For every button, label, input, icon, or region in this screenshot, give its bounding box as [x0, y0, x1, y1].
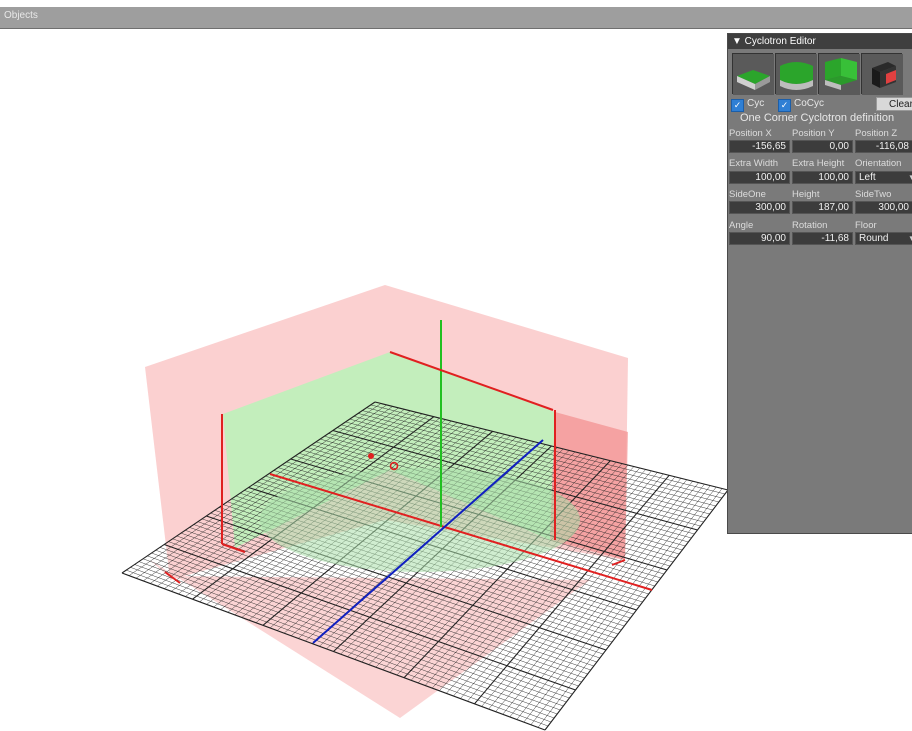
position-x-label: Position X: [729, 128, 772, 139]
floor-label: Floor: [855, 220, 877, 231]
definition-title: One Corner Cyclotron definition: [740, 112, 895, 124]
orientation-select[interactable]: Left ▾: [855, 171, 912, 184]
side-one-label: SideOne: [729, 189, 766, 200]
flat-cyc-icon: [733, 54, 774, 95]
floor-select[interactable]: Round ▾: [855, 232, 912, 245]
cocyc-check-icon: ✓: [778, 99, 791, 112]
floor-value: Round: [859, 233, 889, 244]
preset-round-thumb[interactable]: [775, 53, 817, 95]
clear-button[interactable]: Clear: [876, 97, 912, 111]
orientation-value: Left: [859, 172, 876, 183]
side-two-input[interactable]: 300,00: [855, 201, 912, 214]
floor-edge-right: [611, 559, 626, 566]
preset-dark-thumb[interactable]: [861, 53, 903, 95]
position-y-input[interactable]: 0,00: [792, 140, 853, 153]
round-cyc-icon: [776, 54, 817, 95]
preset-flat-thumb[interactable]: [732, 53, 774, 95]
position-z-input[interactable]: -116,08: [855, 140, 912, 153]
cyc-check-icon: ✓: [731, 99, 744, 112]
orientation-label: Orientation: [855, 158, 902, 169]
panel-header[interactable]: ▼ Cyclotron Editor: [728, 34, 912, 49]
extra-width-input[interactable]: 100,00: [729, 171, 790, 184]
dark-cyc-icon: [862, 54, 903, 95]
extra-height-label: Extra Height: [792, 158, 845, 169]
side-one-input[interactable]: 300,00: [729, 201, 790, 214]
rotation-input[interactable]: -11,68: [792, 232, 853, 245]
height-label: Height: [792, 189, 820, 200]
cyc-checkbox[interactable]: ✓ Cyc: [731, 97, 765, 112]
cyc-label: Cyc: [747, 98, 765, 109]
corner-cyc-icon: [819, 54, 860, 95]
rotation-label: Rotation: [792, 220, 828, 231]
position-y-label: Position Y: [792, 128, 835, 139]
cyclotron-editor-panel: ▼ Cyclotron Editor ✓ Cyc ✓ CoCyc Clear O…: [727, 33, 912, 534]
control-point[interactable]: [368, 453, 374, 459]
options-row: ✓ Cyc ✓ CoCyc Clear: [731, 96, 912, 112]
title-bar: Objects: [0, 0, 912, 29]
title-band: [0, 7, 912, 29]
side-two-label: SideTwo: [855, 189, 892, 200]
cocyc-label: CoCyc: [794, 98, 825, 109]
outer-floor-shadow: [150, 560, 590, 718]
height-input[interactable]: 187,00: [792, 201, 853, 214]
preset-corner-thumb[interactable]: [818, 53, 860, 95]
cocyc-checkbox[interactable]: ✓ CoCyc: [778, 97, 825, 112]
position-x-input[interactable]: -156,65: [729, 140, 790, 153]
position-z-label: Position Z: [855, 128, 898, 139]
extra-height-input[interactable]: 100,00: [792, 171, 853, 184]
angle-input[interactable]: 90,00: [729, 232, 790, 245]
extra-width-label: Extra Width: [729, 158, 779, 169]
angle-label: Angle: [729, 220, 754, 231]
window-title: Objects: [4, 10, 38, 21]
